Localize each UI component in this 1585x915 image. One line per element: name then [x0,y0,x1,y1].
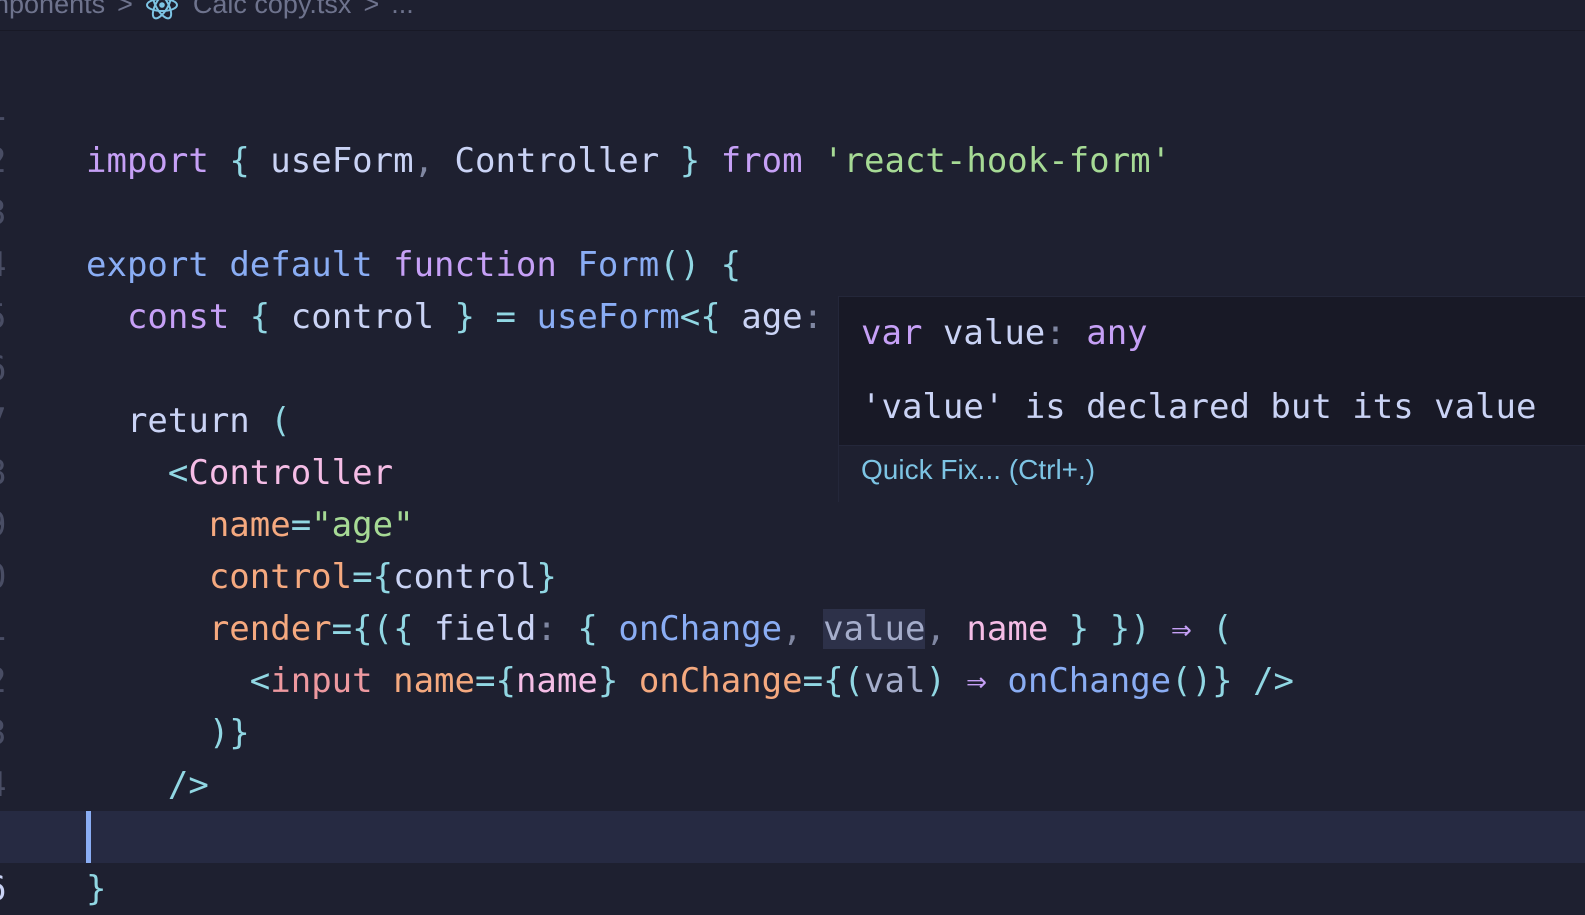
code-line[interactable]: 0 render={({ field: { onChange, value, n… [0,499,1585,649]
breadcrumb-file[interactable]: Calc copy.tsx [193,0,352,20]
breadcrumb-folder[interactable]: nponents [0,0,105,20]
breadcrumb-separator: > [117,0,133,19]
breadcrumb-separator: > [363,0,380,19]
identifier: value [942,313,1046,353]
code-line[interactable]: 4 const { control } = useForm<{ age: num… [0,187,1585,337]
quick-fix-link[interactable]: Quick Fix... (Ctrl+.) [861,454,1095,486]
breadcrumb-more[interactable]: ... [391,0,414,20]
code-line[interactable]: 3 export default function Form() { [0,135,1585,285]
code-line[interactable]: 5 [0,239,1585,337]
code-line[interactable]: 5 } [0,759,1585,909]
hover-actions: Quick Fix... (Ctrl+.) [839,446,1585,502]
code-line[interactable]: 1 import { useForm, Controller } from 'r… [0,31,1585,181]
keyword: var [861,313,923,353]
code-line[interactable]: 4 ) [0,707,1585,857]
code-line-current[interactable]: 6 [0,811,1585,909]
diagnostic-message: 'value' is declared but its value [861,387,1537,427]
breadcrumb: nponents > Calc copy.tsx > ... [0,0,1585,31]
type-name: any [1086,313,1148,353]
code-line[interactable]: 3 /> [0,655,1585,805]
code-editor[interactable]: nponents > Calc copy.tsx > ... 1 import … [0,0,1585,915]
line-number: 6 [0,863,40,915]
text-cursor [86,811,91,863]
punctuation: : [1045,313,1066,353]
code-line[interactable]: 2 [0,83,1585,181]
react-icon [145,0,178,19]
code-line[interactable]: 2 )} [0,603,1585,753]
hover-tooltip: var value: any 'value' is declared but i… [838,296,1585,502]
code-line[interactable]: 1 <input name={name} onChange={(val) ⇒ o… [0,551,1585,701]
hover-signature: var value: any [861,309,1148,361]
